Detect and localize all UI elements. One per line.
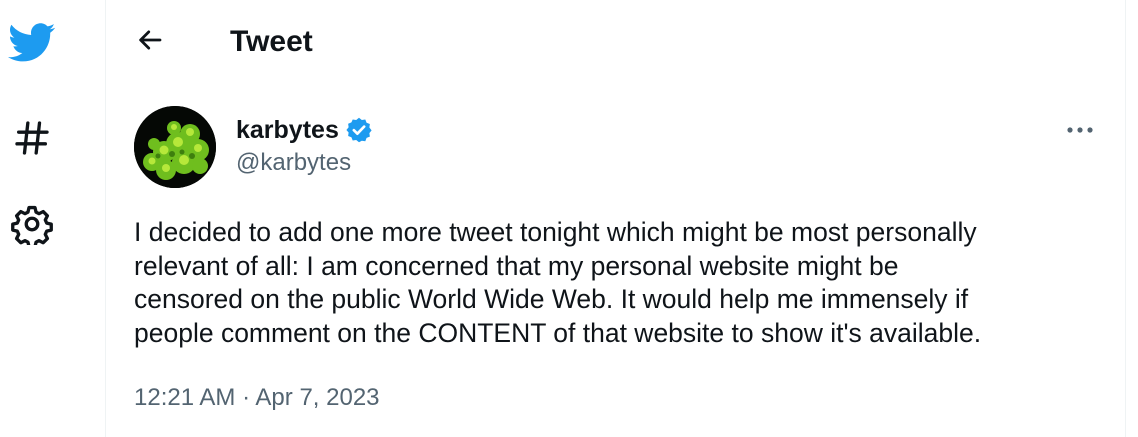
gear-icon bbox=[11, 205, 53, 245]
page-header: Tweet bbox=[106, 0, 1125, 84]
column-divider bbox=[1125, 0, 1126, 437]
tweet-text-line: people comment on the CONTENT of that we… bbox=[134, 317, 982, 348]
avatar[interactable] bbox=[134, 106, 216, 188]
tweet-text-line: I decided to add one more tweet tonight … bbox=[134, 217, 977, 247]
author-display-name: karbytes bbox=[236, 116, 339, 144]
tweet-text: I decided to add one more tweet tonight … bbox=[134, 216, 1104, 350]
more-options-icon bbox=[1067, 127, 1093, 133]
tweet-timestamp: 12:21 AM · Apr 7, 2023 bbox=[134, 382, 380, 414]
tweet-time[interactable]: 12:21 AM bbox=[134, 384, 235, 411]
hashtag-icon bbox=[15, 121, 49, 155]
meta-separator: · bbox=[242, 384, 251, 411]
avatar-image bbox=[134, 106, 216, 188]
back-button[interactable] bbox=[130, 20, 170, 60]
main-column: Tweet karbytes @karbytes I decided to ad… bbox=[106, 0, 1125, 437]
tweet-text-line: relevant of all: I am concerned that my … bbox=[134, 250, 899, 281]
twitter-bird-icon bbox=[8, 23, 56, 62]
page-title: Tweet bbox=[230, 25, 313, 58]
tweet-date[interactable]: Apr 7, 2023 bbox=[255, 384, 379, 411]
author-name-row[interactable]: karbytes bbox=[236, 114, 373, 146]
verified-badge-icon bbox=[346, 117, 372, 143]
sidebar-item-explore[interactable] bbox=[6, 112, 58, 164]
sidebar-item-home-logo[interactable] bbox=[6, 17, 58, 69]
more-options-button[interactable] bbox=[1060, 110, 1100, 150]
author-handle[interactable]: @karbytes bbox=[236, 148, 351, 178]
arrow-left-icon bbox=[139, 30, 162, 50]
sidebar-item-settings[interactable] bbox=[6, 198, 58, 250]
sidebar bbox=[0, 0, 106, 437]
tweet-text-line: censored on the public World Wide Web. I… bbox=[134, 284, 969, 314]
